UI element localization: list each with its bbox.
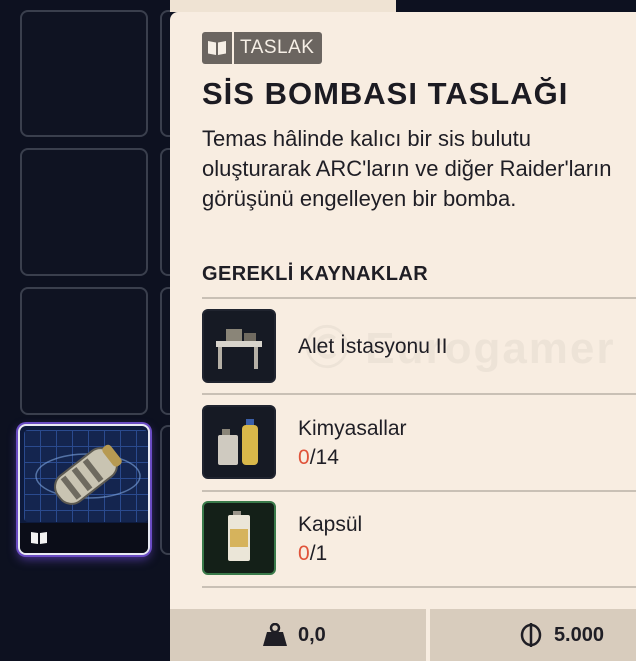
divider xyxy=(202,490,636,492)
smoke-grenade-icon xyxy=(35,444,141,505)
requirement-quantity: 0/1 xyxy=(298,542,327,566)
quantity-need: /14 xyxy=(309,446,339,469)
requirement-name: Kapsül xyxy=(298,513,363,536)
item-price: 5.000 xyxy=(520,623,604,647)
coin-icon xyxy=(520,623,542,647)
weight-icon xyxy=(263,623,287,646)
quantity-need: /1 xyxy=(309,542,328,565)
inventory-slot-empty[interactable] xyxy=(20,10,148,137)
divider xyxy=(202,393,636,395)
canister-icon xyxy=(202,501,276,575)
item-slot-footer xyxy=(20,523,148,553)
price-value: 5.000 xyxy=(553,623,604,646)
quantity-have: 0 xyxy=(298,446,310,469)
inventory-slot-empty[interactable] xyxy=(20,287,148,415)
inventory-slot-empty[interactable] xyxy=(20,148,148,276)
requirement-name: Alet İstasyonu II xyxy=(298,335,448,358)
background-strip xyxy=(170,0,396,12)
item-title: SİS BOMBASI TASLAĞI xyxy=(202,76,569,111)
inventory-slot-selected[interactable] xyxy=(18,424,150,555)
requirement-row[interactable]: Kimyasallar 0/14 xyxy=(202,405,636,481)
divider xyxy=(202,586,636,588)
tooltip-footer: 0,0 5.000 xyxy=(170,609,636,661)
chemical-bottles-icon xyxy=(202,405,276,479)
requirement-row[interactable]: Alet İstasyonu II xyxy=(202,309,636,385)
badge-label: TASLAK xyxy=(234,32,323,64)
requirements-heading: GEREKLİ KAYNAKLAR xyxy=(202,263,429,285)
footer-divider xyxy=(426,609,430,661)
requirement-row[interactable]: Kapsül 0/1 xyxy=(202,501,636,577)
item-weight: 0,0 xyxy=(262,623,326,647)
requirement-quantity: 0/14 xyxy=(298,446,339,470)
divider xyxy=(202,297,636,299)
weight-value: 0,0 xyxy=(298,623,326,646)
open-book-icon xyxy=(202,32,232,64)
quantity-have: 0 xyxy=(298,542,310,565)
item-tooltip: Ⓒ Eurogamer TASLAK SİS BOMBASI TASLAĞI T… xyxy=(170,12,636,661)
workbench-icon xyxy=(202,309,276,383)
item-art-background xyxy=(24,430,148,522)
item-description: Temas hâlinde kalıcı bir sis bulutu oluş… xyxy=(202,126,612,211)
requirement-name: Kimyasallar xyxy=(298,417,407,440)
blueprint-badge: TASLAK xyxy=(202,32,323,64)
open-book-icon xyxy=(31,532,47,544)
